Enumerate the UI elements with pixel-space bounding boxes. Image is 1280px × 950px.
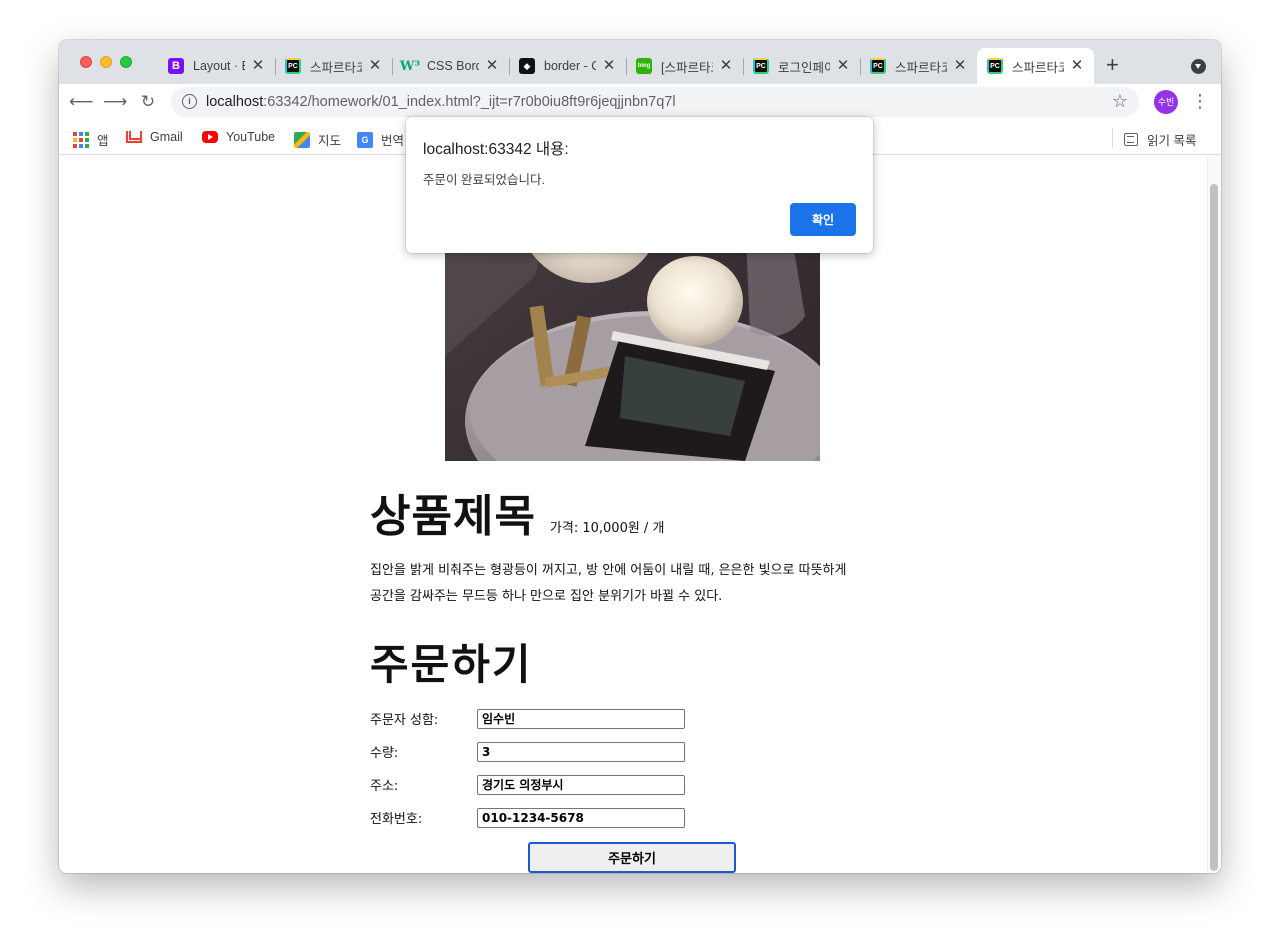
tab-title: border - CSS	[544, 59, 596, 73]
screen: B Layout · Bootstrap ✕ PC 스파르타코딩 ✕ W³ CS…	[0, 0, 1280, 950]
close-icon[interactable]: ✕	[484, 58, 500, 74]
order-submit-button[interactable]: 주문하기	[528, 842, 736, 873]
fullscreen-window-button[interactable]	[120, 56, 132, 68]
pycharm-icon: PC	[987, 58, 1003, 74]
tab-sparta-2[interactable]: PC 스파르타코딩 ✕	[860, 48, 977, 84]
name-input[interactable]	[477, 708, 685, 729]
close-icon[interactable]: ✕	[1069, 58, 1085, 74]
quantity-label: 수량:	[370, 746, 399, 761]
minimize-window-button[interactable]	[100, 56, 112, 68]
tab-border-css[interactable]: ◆ border - CSS ✕	[509, 48, 627, 84]
apps-icon	[73, 131, 89, 148]
tab-title: 스파르타코딩	[310, 60, 362, 75]
scrollbar-thumb[interactable]	[1210, 184, 1218, 871]
pycharm-icon: PC	[285, 58, 301, 74]
bookmark-star-icon[interactable]: ☆	[1112, 91, 1128, 112]
forward-icon[interactable]: ⟶	[103, 90, 127, 114]
close-icon[interactable]: ✕	[250, 58, 266, 74]
name-label: 주문자 성함:	[370, 713, 439, 728]
pycharm-icon: PC	[753, 58, 769, 74]
maps-icon	[294, 131, 310, 148]
browser-toolbar: ⟵ ⟶ ↻ i localhost:63342/homework/01_inde…	[59, 84, 1221, 121]
product-title: 상품제목	[370, 491, 536, 542]
profile-avatar[interactable]: 수빈	[1154, 90, 1178, 114]
tab-title: CSS Borders	[427, 59, 479, 73]
phone-label: 전화번호:	[370, 812, 423, 827]
dialog-message: 주문이 완료되었습니다.	[423, 173, 545, 187]
reload-icon[interactable]: ↻	[136, 90, 160, 114]
w3schools-icon: W³	[399, 58, 421, 74]
border-icon: ◆	[519, 58, 535, 74]
reading-list-button[interactable]: 읽기 목록	[1111, 128, 1196, 149]
new-tab-button[interactable]: +	[1106, 54, 1119, 76]
tab-layout-bootstrap[interactable]: B Layout · Bootstrap ✕	[158, 48, 276, 84]
close-window-button[interactable]	[80, 56, 92, 68]
tab-sparta-active[interactable]: PC 스파르타코딩 ✕	[977, 48, 1094, 84]
close-icon[interactable]: ✕	[718, 58, 734, 74]
close-icon[interactable]: ✕	[952, 58, 968, 74]
bookmark-translate[interactable]: G 번역	[357, 130, 404, 149]
pycharm-icon: PC	[870, 58, 886, 74]
address-bar[interactable]: i localhost:63342/homework/01_index.html…	[171, 87, 1139, 117]
tab-login-page[interactable]: PC 로그인페이지 ✕	[743, 48, 861, 84]
tab-title: [스파르타코딩	[661, 60, 713, 75]
tab-blog-sparta[interactable]: blog [스파르타코딩 ✕	[626, 48, 744, 84]
phone-input[interactable]	[477, 807, 685, 828]
form-row-quantity: 수량:	[370, 735, 930, 768]
blog-icon: blog	[636, 58, 652, 74]
scrollbar-track[interactable]	[1207, 156, 1221, 873]
tab-title: 스파르타코딩	[895, 60, 947, 75]
product-description: 집안을 밝게 비춰주는 형광등이 꺼지고, 방 안에 어둠이 내릴 때, 은은한…	[370, 563, 847, 604]
product-price: 가격: 10,000원 / 개	[549, 521, 665, 536]
tab-search-icon[interactable]	[1191, 59, 1206, 74]
page-viewport: 상품제목 가격: 10,000원 / 개 집안을 밝게 비춰주는 형광등이 꺼지…	[59, 156, 1221, 873]
reading-list-icon	[1124, 133, 1138, 146]
back-icon[interactable]: ⟵	[69, 90, 93, 114]
youtube-icon	[202, 131, 218, 143]
dialog-title: localhost:63342 내용:	[423, 141, 569, 158]
form-row-address: 주소:	[370, 768, 930, 801]
bookmark-gmail[interactable]: Gmail	[126, 130, 183, 144]
bookmark-apps[interactable]: 앱	[73, 130, 109, 149]
tab-strip: B Layout · Bootstrap ✕ PC 스파르타코딩 ✕ W³ CS…	[59, 40, 1221, 84]
translate-icon: G	[357, 131, 373, 148]
gmail-icon	[126, 131, 142, 143]
info-icon[interactable]: i	[182, 94, 197, 109]
dialog-ok-button[interactable]: 확인	[790, 203, 856, 236]
close-icon[interactable]: ✕	[601, 58, 617, 74]
menu-kebab-icon[interactable]: ⋮	[1191, 91, 1209, 111]
tab-title: 로그인페이지	[778, 60, 830, 75]
bookmark-maps[interactable]: 지도	[294, 130, 341, 149]
form-row-name: 주문자 성함:	[370, 702, 930, 735]
bookmark-youtube[interactable]: YouTube	[202, 130, 275, 144]
tab-title: 스파르타코딩	[1012, 60, 1064, 75]
tab-css-borders[interactable]: W³ CSS Borders ✕	[392, 48, 510, 84]
alert-dialog: localhost:63342 내용: 주문이 완료되었습니다. 확인	[406, 117, 873, 253]
address-input[interactable]	[477, 774, 685, 795]
order-heading: 주문하기	[370, 640, 533, 689]
tab-title: Layout · Bootstrap	[193, 59, 245, 73]
bootstrap-icon: B	[168, 58, 184, 74]
tab-sparta-1[interactable]: PC 스파르타코딩 ✕	[275, 48, 393, 84]
order-form: 주문자 성함: 수량: 주소: 전화번호:	[370, 702, 930, 834]
url-text[interactable]: localhost:63342/homework/01_index.html?_…	[206, 94, 676, 110]
close-icon[interactable]: ✕	[367, 58, 383, 74]
close-icon[interactable]: ✕	[835, 58, 851, 74]
quantity-input[interactable]	[477, 741, 685, 762]
form-row-phone: 전화번호:	[370, 801, 930, 834]
product-section: 상품제목 가격: 10,000원 / 개 집안을 밝게 비춰주는 형광등이 꺼지…	[370, 486, 930, 834]
address-label: 주소:	[370, 779, 399, 794]
